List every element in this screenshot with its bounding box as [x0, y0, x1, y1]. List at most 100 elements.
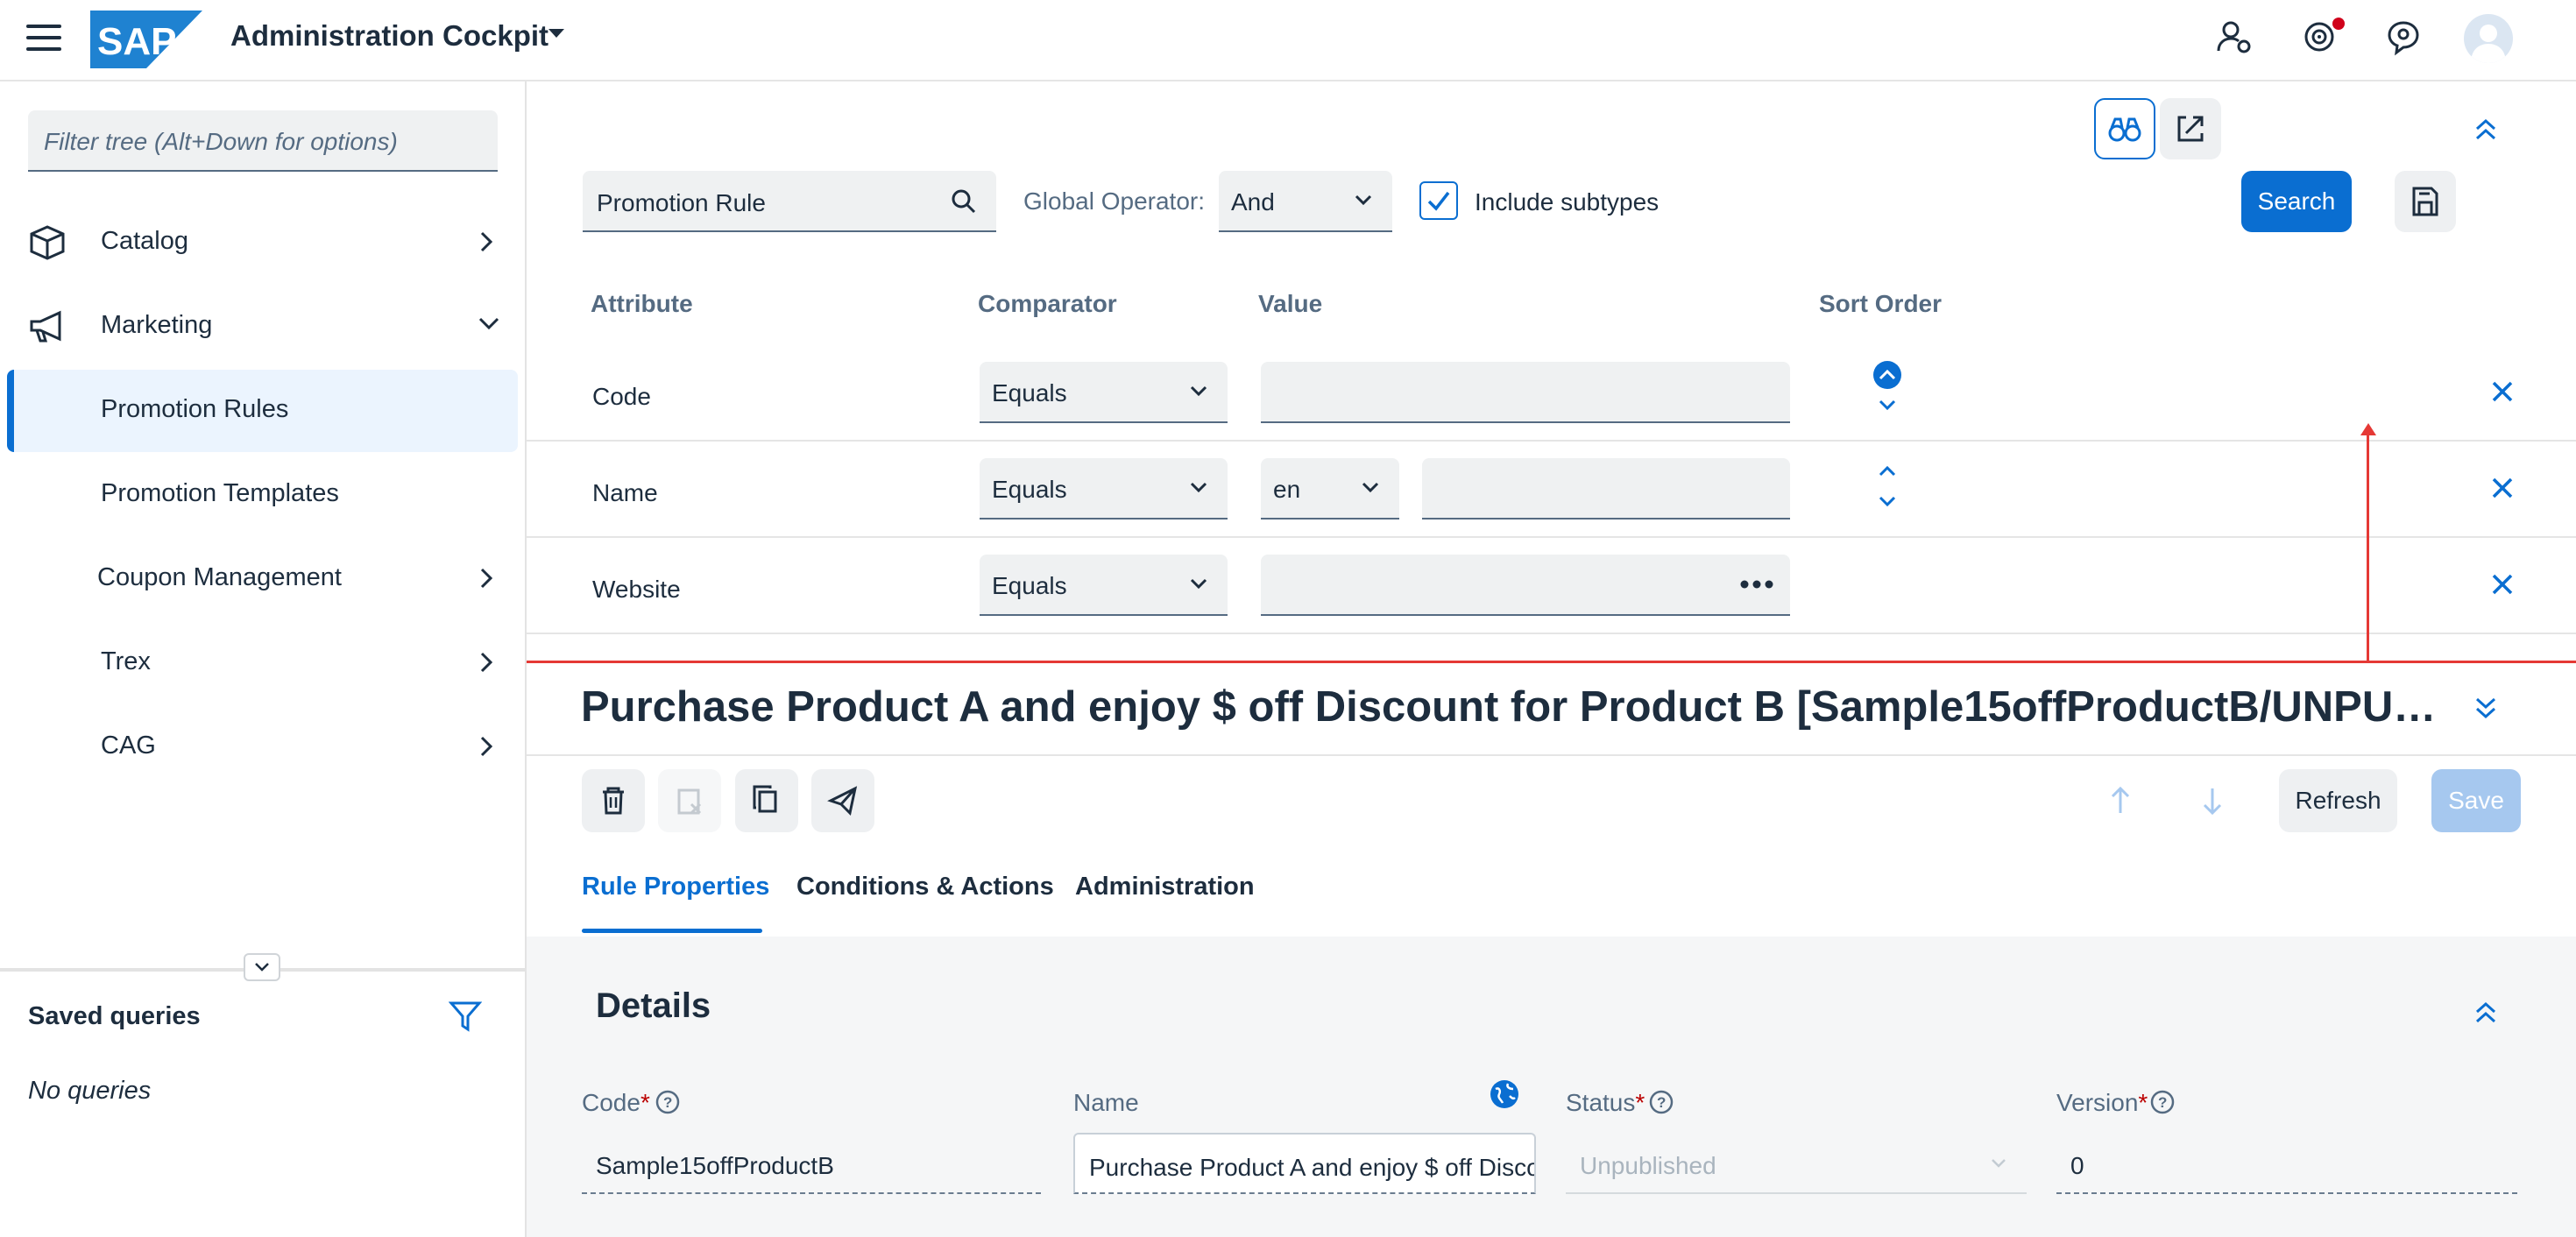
sidebar-item-label: Coupon Management: [97, 563, 342, 591]
code-field[interactable]: Sample15offProductB: [582, 1133, 1041, 1194]
chevron-right-icon: [480, 652, 493, 673]
remove-row-icon[interactable]: [2489, 571, 2516, 597]
chat-help-icon[interactable]: [2384, 18, 2423, 56]
logo-text: SAP: [97, 20, 176, 63]
clear-button[interactable]: [658, 769, 721, 832]
export-button[interactable]: [2160, 98, 2221, 159]
row-attribute-code: Code: [592, 383, 651, 410]
tab-selection-indicator: [582, 929, 762, 933]
previous-item-icon[interactable]: [2109, 785, 2132, 816]
chevron-down-icon: [1190, 578, 1207, 590]
delete-button[interactable]: [582, 769, 645, 832]
name-value-input[interactable]: [1422, 458, 1790, 520]
collapse-panel-button[interactable]: [244, 953, 280, 981]
chevron-down-icon: [1190, 482, 1207, 493]
chevron-down-icon: [255, 963, 269, 972]
save-icon: [2412, 187, 2438, 216]
sort-order-control[interactable]: [1870, 456, 1905, 514]
help-icon[interactable]: ?: [1648, 1089, 1674, 1115]
expand-icon[interactable]: [2473, 695, 2499, 721]
sidebar-item-promotion-rules[interactable]: Promotion Rules: [0, 371, 527, 451]
filter-tree-input[interactable]: Filter tree (Alt+Down for options): [28, 110, 498, 172]
website-value-input[interactable]: [1261, 555, 1790, 616]
tab-rule-properties[interactable]: Rule Properties: [582, 873, 769, 901]
chevron-down-icon: [478, 317, 499, 330]
sidebar-item-coupon-management[interactable]: Coupon Management: [0, 539, 527, 619]
caret-down-icon[interactable]: [547, 27, 566, 39]
sidebar-item-label: Promotion Rules: [101, 395, 289, 423]
tab-conditions-actions[interactable]: Conditions & Actions: [796, 873, 1054, 901]
title-divider: [527, 754, 2576, 756]
sidebar-item-cag[interactable]: CAG: [0, 707, 527, 788]
sidebar-item-label: CAG: [101, 732, 156, 760]
search-button[interactable]: Search: [2241, 171, 2352, 232]
copy-button[interactable]: [735, 769, 798, 832]
save-button[interactable]: Save: [2431, 769, 2521, 832]
sap-logo[interactable]: SAP: [90, 11, 202, 73]
remove-row-icon[interactable]: [2489, 475, 2516, 501]
refresh-button[interactable]: Refresh: [2279, 769, 2397, 832]
catalog-icon: [30, 225, 65, 260]
search-icon[interactable]: [951, 188, 977, 215]
svg-text:?: ?: [2158, 1094, 2167, 1111]
sidebar-item-catalog[interactable]: Catalog: [0, 202, 527, 283]
status-select: Unpublished: [1566, 1133, 2027, 1194]
sort-order-control[interactable]: [1870, 360, 1905, 418]
collapse-icon[interactable]: [2473, 117, 2499, 143]
chevron-down-icon: [1362, 482, 1379, 493]
sidebar-item-label: Trex: [101, 647, 151, 675]
resize-splitter[interactable]: [527, 661, 2576, 663]
row-divider: [527, 536, 2576, 538]
editor-title: Purchase Product A and enjoy $ off Disco…: [581, 683, 2465, 731]
collapse-section-icon[interactable]: [2473, 1000, 2499, 1026]
tab-administration[interactable]: Administration: [1075, 873, 1255, 901]
sidebar-item-trex[interactable]: Trex: [0, 623, 527, 703]
code-value-input[interactable]: [1261, 362, 1790, 423]
global-operator-select[interactable]: And: [1219, 171, 1392, 232]
remove-row-icon[interactable]: [2489, 378, 2516, 405]
row-divider: [527, 440, 2576, 442]
version-field[interactable]: 0: [2056, 1133, 2517, 1194]
next-item-icon[interactable]: [2201, 785, 2224, 816]
help-icon[interactable]: ?: [2149, 1089, 2176, 1115]
chevron-down-icon: [1992, 1159, 2006, 1168]
avatar[interactable]: [2464, 14, 2513, 63]
sidebar-item-label: Promotion Templates: [101, 479, 339, 507]
section-title: Details: [596, 986, 711, 1025]
advanced-search-button[interactable]: [2094, 98, 2155, 159]
column-header-comparator: Comparator: [978, 290, 1117, 317]
global-operator-label: Global Operator:: [1023, 187, 1205, 215]
include-subtypes-checkbox[interactable]: [1419, 181, 1458, 220]
copy-icon: [753, 785, 777, 813]
notification-badge: [2332, 18, 2345, 30]
comparator-select[interactable]: Equals: [980, 362, 1228, 423]
language-select[interactable]: en: [1261, 458, 1399, 520]
sidebar-item-label: Catalog: [101, 227, 188, 255]
user-settings-icon[interactable]: [2215, 18, 2254, 56]
help-icon[interactable]: ?: [655, 1089, 681, 1115]
search-type-input[interactable]: Promotion Rule: [583, 171, 996, 232]
app-title[interactable]: Administration Cockpit: [230, 19, 548, 53]
search-type-value: Promotion Rule: [597, 189, 766, 216]
trash-icon: [603, 787, 624, 815]
row-attribute-website: Website: [592, 576, 681, 603]
globe-icon[interactable]: [1489, 1078, 1520, 1110]
sidebar: Filter tree (Alt+Down for options) Catal…: [0, 81, 527, 1237]
field-label-code: Code*: [582, 1089, 650, 1116]
sidebar-item-promotion-templates[interactable]: Promotion Templates: [0, 455, 527, 535]
filter-icon[interactable]: [449, 1000, 482, 1032]
comparator-value: Equals: [992, 476, 1067, 503]
megaphone-icon: [30, 310, 61, 343]
publish-button[interactable]: [811, 769, 874, 832]
name-field[interactable]: Purchase Product A and enjoy $ off Disco…: [1073, 1133, 1536, 1194]
column-header-attribute: Attribute: [591, 290, 693, 317]
save-query-button[interactable]: [2395, 171, 2456, 232]
include-subtypes-label[interactable]: Include subtypes: [1475, 188, 1659, 216]
binoculars-icon: [2108, 117, 2141, 142]
sidebar-item-marketing[interactable]: Marketing: [0, 286, 527, 367]
comparator-value: Equals: [992, 379, 1067, 406]
menu-icon[interactable]: [26, 25, 61, 51]
comparator-select[interactable]: Equals: [980, 555, 1228, 616]
more-options-icon[interactable]: [1739, 578, 1774, 590]
comparator-select[interactable]: Equals: [980, 458, 1228, 520]
